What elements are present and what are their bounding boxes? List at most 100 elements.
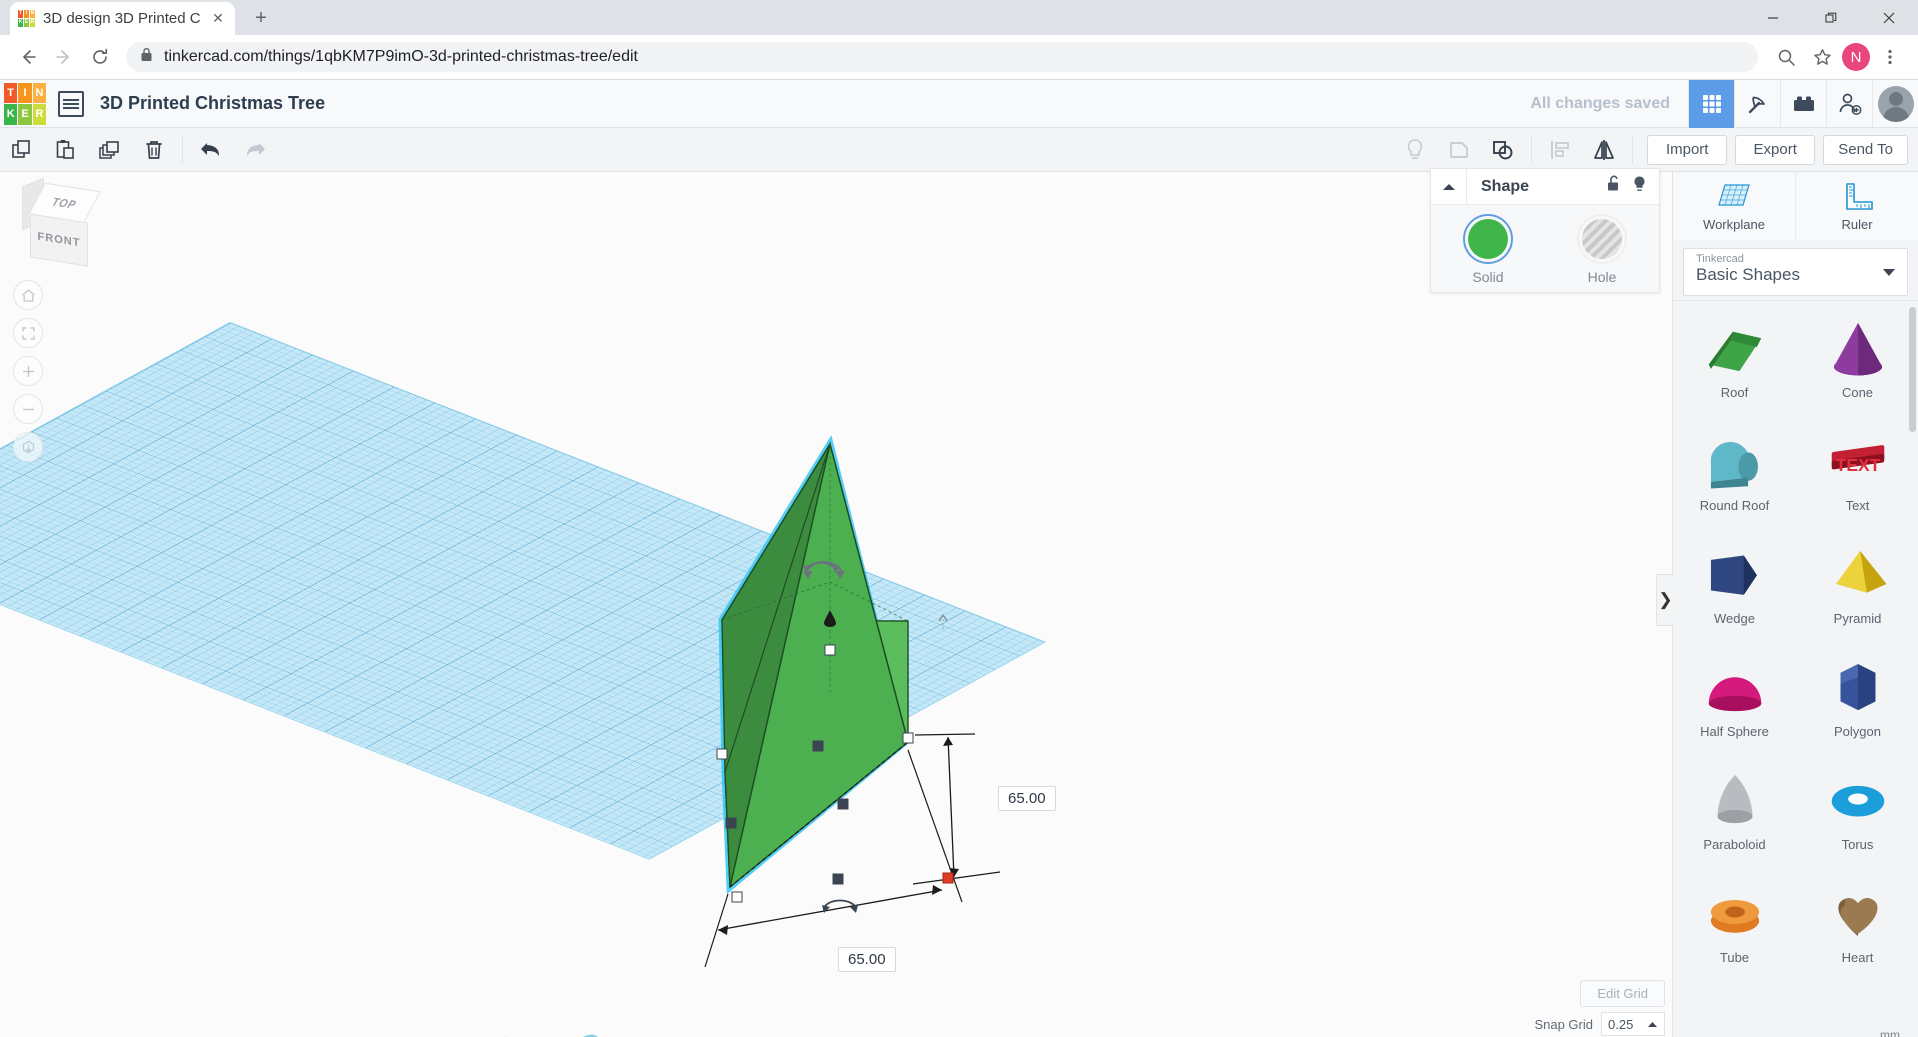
chevron-down-icon[interactable] [1883,269,1895,276]
close-icon[interactable]: ✕ [209,10,227,28]
tab-title: 3D design 3D Printed Christmas T [43,10,201,27]
snap-grid-select[interactable]: 0.25 [1601,1012,1665,1036]
undo-arrow-icon[interactable] [189,128,233,172]
search-icon[interactable] [1770,41,1802,73]
add-person-icon[interactable] [1826,80,1872,128]
pickaxe-icon[interactable] [1734,80,1780,128]
hole-swatch[interactable] [1582,219,1622,259]
restore-button[interactable] [1802,0,1860,35]
browser-tab[interactable]: TIN KER 3D design 3D Printed Christmas T… [10,2,235,35]
chevron-right-icon: ❯ [1658,590,1672,610]
wedge-shape-icon [1700,542,1770,609]
cube-front-face[interactable]: FRONT [30,213,88,266]
workplane-tool[interactable]: Workplane [1673,172,1796,240]
fit-to-view-icon[interactable] [13,318,43,348]
face-handle-right[interactable] [838,799,849,810]
width-dimension-label[interactable]: 65.00 [838,947,896,972]
corner-handle-front-left[interactable] [732,892,743,903]
shape-item-pyramid[interactable]: Pyramid [1796,527,1918,640]
sidebar-scrollbar[interactable] [1909,307,1916,432]
corner-handle-right[interactable] [903,733,914,744]
height-cone-icon[interactable] [822,609,838,627]
face-handle-top[interactable] [813,741,824,752]
view-orientation-cube[interactable]: TOP FRONT [22,182,112,268]
save-status: All changes saved [1530,95,1670,113]
hole-label: Hole [1588,269,1617,285]
user-avatar[interactable] [1872,80,1918,128]
mirror-icon[interactable] [1582,128,1626,172]
home-icon[interactable] [13,280,43,310]
unlock-icon[interactable] [1607,175,1622,198]
reload-icon[interactable] [84,41,116,73]
kebab-menu-icon[interactable] [1874,41,1906,73]
duplicate-button[interactable] [88,128,132,172]
grid-view-button[interactable] [1688,80,1734,128]
plus-icon[interactable] [13,356,43,386]
shape-item-label: Half Sphere [1700,724,1769,739]
forward-arrow-icon[interactable] [48,41,80,73]
corner-handle-top[interactable] [825,645,836,656]
hole-option[interactable]: Hole [1545,219,1659,285]
toolbar-divider [182,136,183,164]
shape-panel-icons [1607,175,1659,198]
tinkercad-logo-icon[interactable]: TIN KER [4,83,46,125]
document-list-icon[interactable] [58,91,84,117]
shape-panel-title: Shape [1481,178,1529,196]
shape-item-half-sphere[interactable]: Half Sphere [1673,640,1796,753]
star-icon[interactable] [1806,41,1838,73]
redo-arrow-icon [233,128,277,172]
edit-grid-button[interactable]: Edit Grid [1580,980,1665,1007]
minimize-button[interactable] [1744,0,1802,35]
corner-handle-left[interactable] [717,749,728,760]
face-handle-left[interactable] [726,818,737,829]
shape-item-polygon[interactable]: Polygon [1796,640,1918,753]
shape-item-round-roof[interactable]: Round Roof [1673,414,1796,527]
solid-swatch[interactable] [1468,219,1508,259]
cube-perspective-icon[interactable] [13,432,43,462]
browser-toolbar: tinkercad.com/things/1qbKM7P9imO-3d-prin… [0,35,1918,80]
shape-item-label: Text [1846,498,1870,513]
minus-icon[interactable] [13,394,43,424]
sidebar-collapse-handle[interactable]: ❯ [1656,574,1674,626]
corner-handle-active[interactable] [943,873,954,884]
face-handle-front[interactable] [833,874,844,885]
copy-button[interactable] [0,128,44,172]
solid-option[interactable]: Solid [1431,219,1545,285]
shape-item-label: Tube [1720,950,1749,965]
shape-item-cone[interactable]: Cone [1796,301,1918,414]
close-button[interactable] [1860,0,1918,35]
rotate-arrow-icon-bottom[interactable] [820,897,864,917]
trash-icon[interactable] [132,128,176,172]
shape-item-heart[interactable]: Heart [1796,866,1918,979]
depth-dimension-label[interactable]: 65.00 [998,786,1056,811]
group-shapes-icon[interactable] [1481,128,1525,172]
export-button[interactable]: Export [1735,135,1815,165]
svg-text:TEXT: TEXT [1835,454,1880,474]
lightbulb-icon[interactable] [1393,128,1437,172]
import-button[interactable]: Import [1647,135,1727,165]
pyramid-shape-icon [1823,542,1893,609]
shape-item-text[interactable]: TEXT Text [1796,414,1918,527]
ruler-tool[interactable]: Ruler [1796,172,1918,240]
lego-brick-icon[interactable] [1780,80,1826,128]
new-tab-button[interactable]: + [247,4,275,32]
shape-item-tube[interactable]: Tube [1673,866,1796,979]
browser-profile-avatar[interactable]: N [1842,43,1870,71]
shape-item-paraboloid[interactable]: Paraboloid [1673,753,1796,866]
back-arrow-icon[interactable] [12,41,44,73]
rotate-arrow-icon[interactable] [800,557,850,581]
lock-icon [140,47,153,67]
shape-item-torus[interactable]: Torus [1796,753,1918,866]
shape-item-roof[interactable]: Roof [1673,301,1796,414]
send-to-button[interactable]: Send To [1823,135,1908,165]
shape-library-select[interactable]: Tinkercad Basic Shapes [1683,248,1908,296]
paste-button[interactable] [44,128,88,172]
lightbulb-icon[interactable] [1632,175,1647,198]
3d-viewport[interactable]: Workplane [0,172,1672,1037]
shape-item-wedge[interactable]: Wedge [1673,527,1796,640]
note-shape-icon[interactable] [1437,128,1481,172]
address-bar[interactable]: tinkercad.com/things/1qbKM7P9imO-3d-prin… [126,42,1758,72]
align-icon[interactable] [1538,128,1582,172]
collapse-triangle-icon[interactable] [1431,169,1467,205]
sidebar-tools: Workplane Ruler [1673,172,1918,240]
